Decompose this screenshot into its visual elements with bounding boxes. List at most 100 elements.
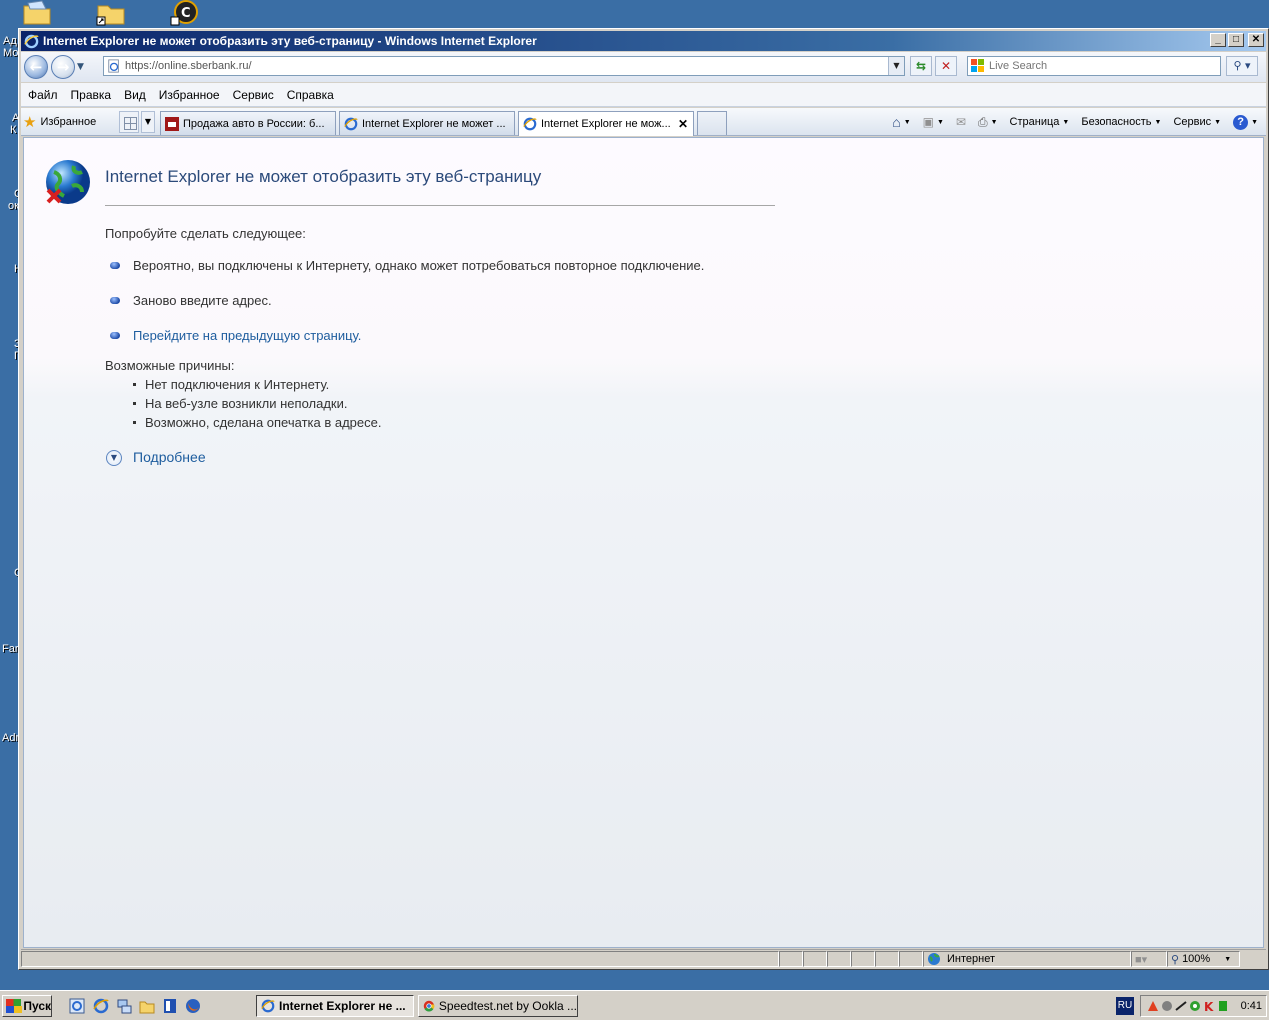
print-button[interactable]: ⎙ ▼: [978, 115, 998, 130]
rss-icon: ▣: [922, 115, 934, 129]
tray-security-icon[interactable]: [1161, 1000, 1173, 1012]
desktop-label: Мо: [3, 47, 19, 59]
menu-help[interactable]: Справка: [287, 88, 334, 102]
zone-label: Интернет: [947, 953, 995, 965]
lock-icon: ■▾: [1135, 953, 1148, 966]
bullet-icon: [110, 332, 120, 339]
causes-label: Возможные причины:: [105, 358, 235, 373]
tab-close-icon[interactable]: ✕: [678, 117, 688, 131]
ie-logo-icon: [261, 999, 275, 1013]
list-bullet: [133, 421, 136, 424]
menu-favorites[interactable]: Избранное: [159, 88, 220, 102]
tray-monitor-icon[interactable]: [1217, 1000, 1229, 1012]
windows-logo-icon: [6, 999, 23, 1013]
desktop-label: К: [10, 124, 17, 136]
taskbar-label: Internet Explorer не ...: [279, 999, 406, 1013]
search-input[interactable]: [989, 60, 1209, 72]
cause-item: Нет подключения к Интернету.: [145, 377, 330, 392]
globe-icon: [928, 953, 940, 965]
recent-pages-dropdown[interactable]: ▼: [77, 62, 89, 72]
stop-icon: ✕: [940, 59, 952, 73]
quicklaunch-ie-icon[interactable]: [93, 998, 109, 1014]
desktop-label: Adr: [2, 732, 20, 744]
menu-bar: Файл Правка Вид Избранное Сервис Справка: [21, 83, 1266, 107]
menu-view[interactable]: Вид: [124, 88, 146, 102]
divider: [105, 205, 775, 206]
tray-kaspersky-icon[interactable]: K: [1203, 1000, 1215, 1012]
address-dropdown[interactable]: ▼: [888, 57, 904, 75]
search-icon: ⚲ ▾: [1233, 59, 1251, 72]
command-bar: ⌂ ▼ ▣ ▼ ✉ ⎙ ▼ Страница ▼ Безопасность ▼ Серви…: [880, 113, 1258, 131]
safety-menu-label: Безопасность: [1081, 116, 1152, 128]
minimize-button[interactable]: _: [1210, 33, 1226, 47]
tray-gear-icon[interactable]: [1189, 1000, 1201, 1012]
tools-menu-label: Сервис: [1173, 116, 1212, 128]
url-input[interactable]: [125, 60, 885, 72]
quicklaunch-book-icon[interactable]: [162, 998, 178, 1014]
taskbar-ie-window[interactable]: Internet Explorer не ...: [256, 995, 414, 1017]
title-bar[interactable]: Internet Explorer не может отобразить эт…: [21, 31, 1266, 51]
protected-mode[interactable]: ■▾: [1131, 951, 1167, 967]
live-search-logo-icon: [971, 59, 984, 72]
address-bar[interactable]: ▼: [103, 56, 905, 76]
list-bullet: [133, 402, 136, 405]
status-pane: [875, 951, 899, 967]
taskbar-speedtest-window[interactable]: Speedtest.net by Ookla ...: [418, 995, 578, 1017]
menu-tools[interactable]: Сервис: [233, 88, 274, 102]
page-menu-label: Страница: [1009, 116, 1060, 128]
page-icon: [108, 59, 119, 73]
mail-button[interactable]: ✉: [956, 115, 966, 129]
previous-page-link[interactable]: Перейдите на предыдущую страницу.: [133, 328, 361, 343]
help-button[interactable]: ? ▼: [1233, 114, 1258, 130]
back-button[interactable]: ←: [24, 55, 48, 79]
maximize-button[interactable]: □: [1228, 33, 1244, 47]
expand-chevron-icon[interactable]: ▼: [106, 450, 122, 466]
clock: 0:41: [1240, 1000, 1262, 1012]
quicklaunch-network-icon[interactable]: [116, 998, 132, 1014]
zoom-control[interactable]: ⚲ 100% ▼: [1167, 951, 1240, 967]
ie-page-icon: [523, 117, 537, 131]
menu-edit[interactable]: Правка: [71, 88, 112, 102]
home-button[interactable]: ⌂ ▼: [892, 114, 910, 130]
safety-menu[interactable]: Безопасность ▼: [1081, 116, 1161, 128]
forward-arrow-icon: →: [56, 58, 70, 76]
page-menu[interactable]: Страница ▼: [1010, 116, 1070, 128]
suggestion-item: Заново введите адрес.: [133, 293, 272, 308]
status-text: [21, 951, 779, 967]
tab-ie-error-1[interactable]: Internet Explorer не может ...: [339, 111, 515, 135]
quicklaunch-folder-icon[interactable]: [139, 998, 155, 1014]
tab-ie-error-active[interactable]: Internet Explorer не мож... ✕: [518, 111, 694, 136]
tray-network-icon[interactable]: [1175, 1000, 1187, 1012]
ie-logo-icon: [24, 34, 39, 48]
language-indicator[interactable]: RU: [1116, 997, 1134, 1015]
stop-button[interactable]: ✕: [935, 56, 957, 76]
favorites-button[interactable]: ★ Избранное: [23, 112, 96, 132]
feeds-button[interactable]: ▣ ▼: [923, 115, 944, 129]
new-tab-button[interactable]: [697, 111, 727, 135]
refresh-button[interactable]: ⇆: [910, 56, 932, 76]
tray-app-icon[interactable]: [1147, 1000, 1159, 1012]
try-label: Попробуйте сделать следующее:: [105, 226, 306, 241]
folder-icon[interactable]: [22, 0, 52, 26]
desktop-label: Far: [2, 643, 19, 655]
search-button[interactable]: ⚲ ▾: [1226, 56, 1258, 76]
ccleaner-icon[interactable]: C: [170, 0, 200, 26]
forward-button[interactable]: →: [51, 55, 75, 79]
globe-error-icon: [46, 160, 90, 204]
list-bullet: [133, 383, 136, 386]
tools-menu[interactable]: Сервис ▼: [1173, 116, 1221, 128]
more-info-link[interactable]: Подробнее: [133, 449, 206, 465]
quicklaunch-firefox-icon[interactable]: [185, 998, 201, 1014]
security-zone[interactable]: Интернет: [923, 951, 1131, 967]
tab-row: ★ Избранное ▼ Продажа авто в России: б..…: [21, 108, 1266, 136]
start-button[interactable]: Пуск: [2, 995, 52, 1017]
quick-tabs-button[interactable]: [119, 111, 139, 133]
quicklaunch-tool-icon[interactable]: [69, 998, 85, 1014]
search-box[interactable]: [967, 56, 1221, 76]
menu-file[interactable]: Файл: [28, 88, 58, 102]
tab-cars[interactable]: Продажа авто в России: б...: [160, 111, 336, 135]
taskbar: Пуск Internet Explorer не ... Speedtest.…: [0, 990, 1269, 1020]
folder-shortcut-icon[interactable]: [96, 0, 126, 26]
tab-list-dropdown[interactable]: ▼: [141, 111, 155, 133]
close-button[interactable]: ✕: [1248, 33, 1264, 47]
